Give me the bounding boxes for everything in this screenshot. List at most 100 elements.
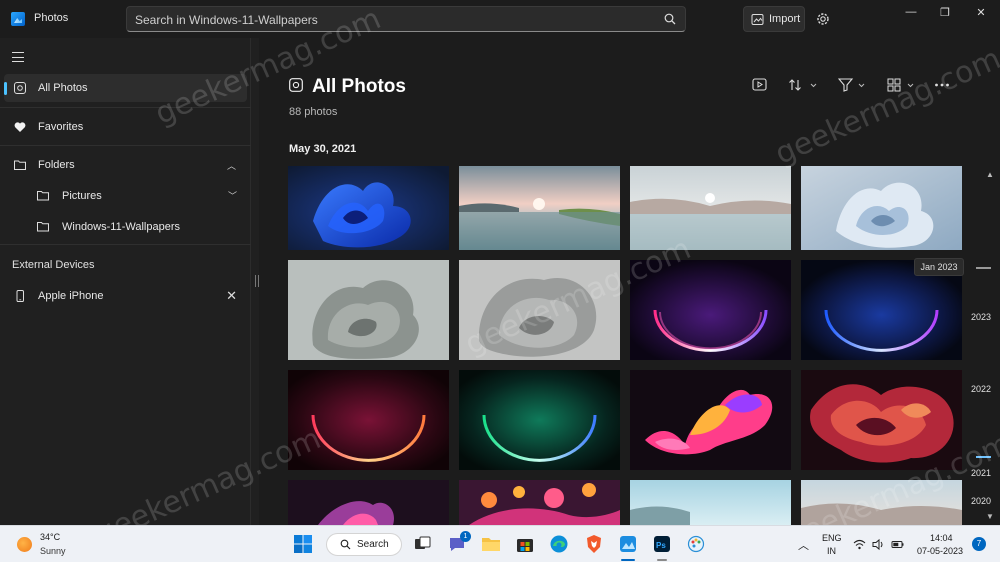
timeline-year[interactable]: 2020 xyxy=(971,496,991,506)
file-explorer-icon[interactable] xyxy=(480,533,502,555)
timeline-tooltip: Jan 2023 xyxy=(914,258,964,276)
photo-thumbnail[interactable] xyxy=(459,260,620,360)
tray-overflow-chevron-icon[interactable]: ︿ xyxy=(798,537,809,553)
taskbar-search-label: Search xyxy=(357,539,389,550)
wifi-icon[interactable] xyxy=(853,538,866,551)
sidebar: All Photos Favorites Folders ︿ Pictures … xyxy=(0,38,251,525)
chevron-up-icon[interactable]: ︿ xyxy=(227,159,237,171)
battery-icon[interactable] xyxy=(891,538,904,551)
import-button[interactable]: Import xyxy=(743,6,805,32)
photoshop-icon[interactable]: Ps xyxy=(651,533,673,555)
timeline-year[interactable]: 2022 xyxy=(971,384,991,394)
chevron-down-icon[interactable]: ﹀ xyxy=(228,189,237,202)
device-label: Apple iPhone xyxy=(38,290,104,302)
photo-thumbnail[interactable] xyxy=(288,480,449,525)
page-title: All Photos xyxy=(312,76,406,97)
photo-thumbnail[interactable] xyxy=(630,166,791,250)
clock-time[interactable]: 14:04 xyxy=(930,533,953,543)
timeline-down-arrow[interactable]: ▼ xyxy=(986,512,994,521)
edge-browser-icon[interactable] xyxy=(548,533,570,555)
photo-count: 88 photos xyxy=(289,106,338,118)
sidebar-item-all-photos[interactable]: All Photos xyxy=(4,74,247,102)
photos-app-icon xyxy=(11,12,25,26)
notification-center-badge[interactable]: 7 xyxy=(972,537,986,551)
app-title: Photos xyxy=(34,12,69,24)
timeline-year[interactable]: 2021 xyxy=(971,468,991,478)
minimize-button[interactable]: — xyxy=(903,6,919,20)
sidebar-item-windows-11-wallpapers[interactable]: Windows-11-Wallpapers xyxy=(4,213,247,241)
weather-condition[interactable]: Sunny xyxy=(40,546,66,556)
photo-thumbnail[interactable] xyxy=(630,370,791,470)
photo-thumbnail[interactable] xyxy=(630,480,791,525)
timeline-up-arrow[interactable]: ▲ xyxy=(986,170,994,179)
photo-thumbnail[interactable] xyxy=(801,166,962,250)
taskbar-search-button[interactable]: Search xyxy=(326,533,402,556)
task-view-icon[interactable] xyxy=(411,533,433,555)
slideshow-icon[interactable] xyxy=(752,77,767,93)
weather-temperature[interactable]: 34°C xyxy=(40,532,60,542)
hamburger-menu-icon[interactable] xyxy=(12,52,24,62)
photos-icon xyxy=(289,78,303,92)
brave-browser-icon[interactable] xyxy=(583,533,605,555)
photo-thumbnail[interactable] xyxy=(459,166,620,250)
windows-start-icon[interactable] xyxy=(292,533,314,555)
divider xyxy=(0,244,251,245)
paint-icon[interactable] xyxy=(686,533,708,555)
sidebar-item-label: Favorites xyxy=(38,121,84,133)
photo-thumbnail[interactable] xyxy=(288,166,449,250)
svg-text:Ps: Ps xyxy=(656,541,666,550)
photo-thumbnail[interactable] xyxy=(288,260,449,360)
folder-label: Pictures xyxy=(62,190,102,202)
chat-notification-badge: 1 xyxy=(460,531,471,542)
import-label: Import xyxy=(769,13,801,25)
photoshop-running-indicator xyxy=(657,559,667,561)
heart-icon xyxy=(14,122,26,132)
photo-thumbnail[interactable] xyxy=(288,370,449,470)
folder-label: Windows-11-Wallpapers xyxy=(62,221,180,233)
search-box[interactable] xyxy=(126,6,686,32)
photo-thumbnail[interactable] xyxy=(459,480,620,525)
sun-weather-icon[interactable] xyxy=(17,537,32,552)
timeline-current-position[interactable] xyxy=(976,456,991,458)
main-content: All Photos 88 photos May 30, 2021 ▲ Jan … xyxy=(259,38,1000,525)
date-group-heading: May 30, 2021 xyxy=(289,143,357,155)
sidebar-item-pictures[interactable]: Pictures ﹀ xyxy=(4,182,247,210)
divider xyxy=(0,107,251,108)
language-indicator[interactable]: ENG xyxy=(822,533,842,543)
sidebar-item-folders[interactable]: Folders ︿ xyxy=(4,151,247,179)
timeline-marker[interactable] xyxy=(976,267,991,269)
photo-thumbnail[interactable] xyxy=(801,370,962,470)
title-bar: Photos Import — ❐ ✕ xyxy=(0,0,1000,38)
photos-taskbar-icon[interactable] xyxy=(617,533,639,555)
maximize-button[interactable]: ❐ xyxy=(937,6,953,20)
timeline-year[interactable]: 2023 xyxy=(971,312,991,322)
sort-icon[interactable] xyxy=(789,77,819,93)
sidebar-item-label: All Photos xyxy=(38,82,88,94)
close-icon[interactable]: ✕ xyxy=(226,288,237,304)
taskbar: 34°C Sunny Search 1 Ps ︿ ENG IN 14:04 07… xyxy=(0,525,1000,562)
photo-thumbnail[interactable] xyxy=(630,260,791,360)
clock-date[interactable]: 07-05-2023 xyxy=(917,546,963,556)
sidebar-item-favorites[interactable]: Favorites xyxy=(4,113,247,141)
filter-icon[interactable] xyxy=(838,77,868,93)
search-icon[interactable] xyxy=(664,13,676,25)
more-options-icon[interactable] xyxy=(934,77,950,93)
folder-icon xyxy=(14,160,26,170)
folder-icon xyxy=(37,222,49,232)
sidebar-item-label: Folders xyxy=(38,159,75,171)
microsoft-store-icon[interactable] xyxy=(514,533,536,555)
input-region-indicator[interactable]: IN xyxy=(827,546,836,556)
search-input[interactable] xyxy=(135,11,655,28)
close-button[interactable]: ✕ xyxy=(973,6,989,20)
photo-thumbnail[interactable] xyxy=(801,480,962,525)
folder-icon xyxy=(37,191,49,201)
photos-running-indicator xyxy=(621,559,635,561)
photos-icon xyxy=(14,82,26,94)
volume-icon[interactable] xyxy=(872,538,885,551)
sidebar-item-apple-iphone[interactable]: Apple iPhone ✕ xyxy=(4,282,247,310)
import-icon xyxy=(751,14,764,25)
view-options-icon[interactable] xyxy=(887,77,917,93)
photo-thumbnail[interactable] xyxy=(459,370,620,470)
search-icon xyxy=(340,539,351,550)
settings-gear-icon[interactable] xyxy=(815,11,831,27)
